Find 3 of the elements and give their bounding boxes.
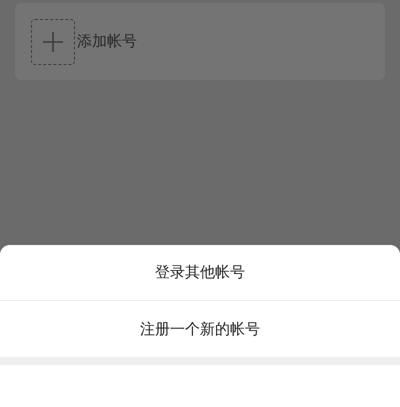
add-icon — [31, 18, 75, 64]
add-account-label: 添加帐号 — [77, 32, 137, 51]
sheet-option[interactable]: 登录其他帐号 — [0, 245, 400, 301]
